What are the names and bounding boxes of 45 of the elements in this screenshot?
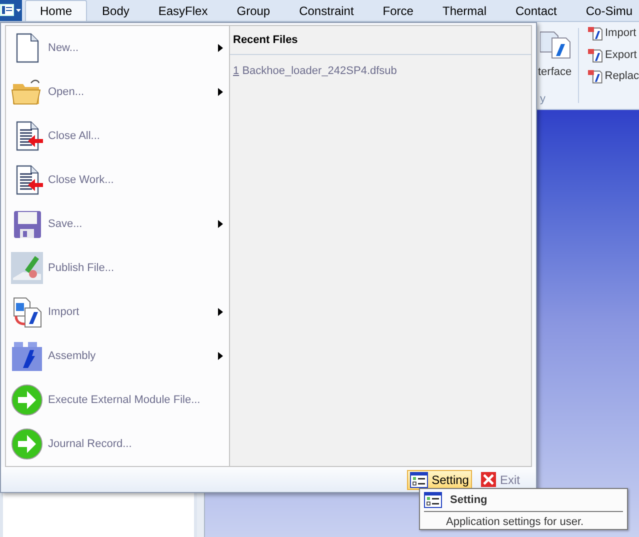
ribbon-item[interactable]: Replac (604, 68, 639, 84)
submenu-arrow-icon (218, 44, 223, 52)
menu-icon (0, 4, 22, 16)
publish-icon (11, 252, 43, 284)
ribbon-item[interactable]: Export (605, 46, 637, 63)
recent-files-heading: Recent Files (233, 32, 298, 48)
menu-item[interactable]: New... (6, 26, 229, 70)
ribbon-tab[interactable]: Force (368, 0, 428, 21)
ribbon-tab[interactable]: Group (222, 0, 284, 21)
submenu-arrow-icon (218, 308, 223, 316)
menu-item[interactable]: Journal Record... (6, 422, 229, 466)
menu-item[interactable]: Assembly (6, 334, 229, 378)
menu-item[interactable]: Save... (6, 202, 229, 246)
ribbon-tab[interactable]: EasyFlex (144, 0, 222, 21)
tooltip-title: Setting (450, 493, 488, 508)
setting-button[interactable]: Setting (406, 470, 472, 490)
submenu-arrow-icon (218, 220, 223, 228)
app-menu-button[interactable] (0, 0, 22, 21)
document-icon (587, 46, 603, 63)
ribbon-button-label: terface (538, 65, 572, 80)
ribbon-tab[interactable]: Contact (502, 0, 571, 21)
menu-item[interactable]: Publish File... (6, 246, 229, 290)
ribbon-group-label: y (540, 92, 546, 106)
ribbon-tab[interactable]: Co-Simu (572, 0, 639, 21)
menu-item[interactable]: Close All... (6, 114, 229, 158)
document-icon (587, 25, 603, 42)
ribbon-tab[interactable]: Constraint (285, 0, 368, 21)
block-icon (11, 340, 43, 372)
ribbon-item[interactable]: Import (605, 25, 636, 42)
settings-icon (424, 492, 442, 508)
recent-file-item[interactable]: 1 Backhoe_loader_242SP4.dfsub (233, 63, 531, 80)
tooltip-description: Application settings for user. (446, 514, 585, 530)
ribbon-tab[interactable]: Thermal (428, 0, 500, 21)
menu-item[interactable]: Import (6, 290, 229, 334)
document-icon (587, 68, 603, 84)
ribbon-tab[interactable]: Home (25, 0, 88, 21)
submenu-arrow-icon (218, 88, 223, 96)
arrow-circle-icon (11, 428, 43, 460)
menu-item[interactable]: Open... (6, 70, 229, 114)
arrow-circle-icon (11, 384, 43, 416)
menu-item[interactable]: Close Work... (6, 158, 229, 202)
menu-item[interactable]: Execute External Module File... (6, 378, 229, 422)
ribbon-tab[interactable]: Body (88, 0, 144, 21)
import-icon (11, 296, 43, 328)
submenu-arrow-icon (218, 352, 223, 360)
